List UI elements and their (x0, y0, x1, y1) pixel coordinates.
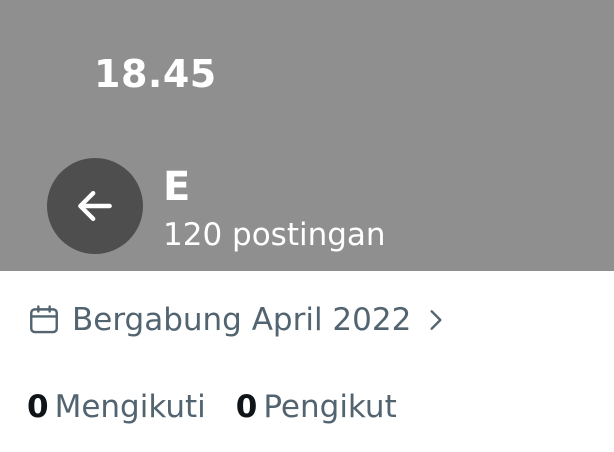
status-bar-time: 18.45 (94, 52, 217, 96)
arrow-left-icon (78, 190, 112, 222)
calendar-icon (30, 305, 58, 334)
chevron-right-icon (430, 310, 442, 330)
following-label: Mengikuti (54, 389, 206, 425)
profile-name: E (163, 164, 191, 210)
followers-label: Pengikut (263, 389, 397, 425)
profile-header: 18.45 E 120 postingan (0, 0, 614, 271)
followers-link[interactable]: 0 Pengikut (236, 389, 397, 425)
joined-date-link[interactable]: Bergabung April 2022 (27, 298, 449, 342)
following-count: 0 (27, 389, 49, 425)
joined-date-text: Bergabung April 2022 (72, 302, 412, 338)
following-link[interactable]: 0 Mengikuti (27, 389, 206, 425)
followers-count: 0 (235, 389, 258, 425)
post-count: 120 postingan (163, 217, 386, 253)
follow-stats: 0 Mengikuti 0 Pengikut (27, 386, 397, 428)
back-button[interactable] (47, 158, 143, 254)
